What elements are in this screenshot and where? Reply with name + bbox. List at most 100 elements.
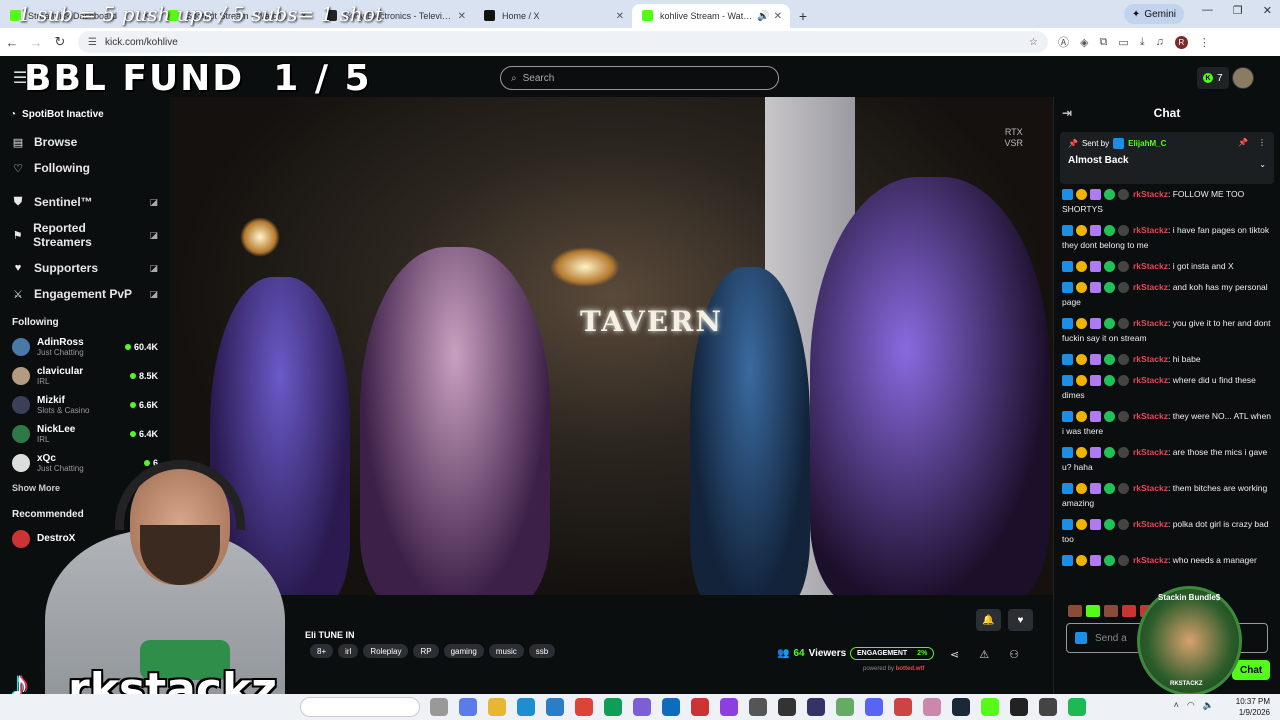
edge-icon[interactable] bbox=[517, 698, 535, 716]
chat-message[interactable]: rkStackz: i got insta and X bbox=[1062, 259, 1272, 274]
minimize-icon[interactable]: — bbox=[1202, 4, 1213, 17]
chat-message[interactable]: rkStackz: are those the mics i gave u? h… bbox=[1062, 445, 1272, 475]
close-window-icon[interactable]: ✕ bbox=[1263, 4, 1272, 17]
unpin-icon[interactable]: 📌 bbox=[1238, 138, 1248, 147]
wifi-icon[interactable]: ◠ bbox=[1187, 700, 1195, 711]
chat-message[interactable]: rkStackz: you give it to her and dont fu… bbox=[1062, 316, 1272, 346]
back-icon[interactable]: ← bbox=[0, 35, 24, 50]
chat-username[interactable]: rkStackz bbox=[1133, 483, 1168, 493]
chat-message[interactable]: rkStackz: polka dot girl is crazy bad to… bbox=[1062, 517, 1272, 547]
sidebar-item-supporters[interactable]: ♥ Supporters ◪ bbox=[0, 255, 170, 281]
tag[interactable]: irl bbox=[338, 644, 359, 658]
app-icon[interactable] bbox=[691, 698, 709, 716]
app-icon[interactable] bbox=[923, 698, 941, 716]
sidebar-item-sentinel[interactable]: ⛊ Sentinel™ ◪ bbox=[0, 189, 170, 215]
app-icon[interactable] bbox=[749, 698, 767, 716]
puzzle-icon[interactable]: ⧉ bbox=[1099, 36, 1107, 49]
followed-channel[interactable]: AdinRoss Just Chatting 60.4K bbox=[0, 332, 170, 361]
taskbar-search[interactable] bbox=[300, 697, 420, 717]
browser-tab[interactable]: Home / X ✕ bbox=[474, 4, 632, 28]
chat-username[interactable]: rkStackz bbox=[1133, 519, 1168, 529]
search-input[interactable]: ⌕ Search bbox=[500, 66, 779, 90]
tag[interactable]: gaming bbox=[443, 644, 484, 658]
notification-bell-button[interactable]: 🔔 bbox=[976, 609, 1001, 631]
maximize-icon[interactable]: ❐ bbox=[1233, 4, 1243, 17]
kick-points-badge[interactable]: K7 bbox=[1197, 67, 1229, 89]
tag[interactable]: music bbox=[488, 644, 524, 658]
sidebar-item-engagement-pvp[interactable]: ⚔ Engagement PvP ◪ bbox=[0, 281, 170, 307]
emote[interactable] bbox=[1086, 605, 1100, 617]
app-icon[interactable] bbox=[720, 698, 738, 716]
sidebar-item-reported-streamers[interactable]: ⚑ Reported Streamers ◪ bbox=[0, 215, 170, 255]
taskview-icon[interactable] bbox=[430, 698, 448, 716]
chevron-down-icon[interactable]: ⌄ bbox=[1259, 160, 1266, 169]
gemini-button[interactable]: ✦ Gemini bbox=[1123, 4, 1184, 24]
report-icon[interactable]: ⚠ bbox=[979, 648, 989, 661]
browser-tab-active[interactable]: kohlive Stream - Watch Live🔊✕ bbox=[632, 4, 790, 28]
tag[interactable]: Roleplay bbox=[363, 644, 409, 658]
close-tab-icon[interactable]: ✕ bbox=[458, 11, 466, 22]
chat-message[interactable]: rkStackz: i have fan pages on tiktok the… bbox=[1062, 223, 1272, 253]
spotibot-status[interactable]: ◔ SpotiBot Inactive bbox=[0, 100, 170, 129]
emote[interactable] bbox=[1104, 605, 1118, 617]
mute-tab-icon[interactable]: 🔊 bbox=[757, 11, 769, 22]
close-tab-icon[interactable]: ✕ bbox=[774, 11, 782, 22]
site-info-icon[interactable]: ☰ bbox=[88, 37, 97, 48]
spotify-icon[interactable] bbox=[1068, 698, 1086, 716]
kick-icon[interactable] bbox=[981, 698, 999, 716]
chat-message[interactable]: rkStackz: who needs a manager bbox=[1062, 553, 1272, 568]
chat-username[interactable]: rkStackz bbox=[1133, 411, 1168, 421]
media-icon[interactable]: ♫ bbox=[1156, 36, 1164, 48]
chat-message[interactable]: rkStackz: them bitches are working amazi… bbox=[1062, 481, 1272, 511]
pinned-message[interactable]: 📌 Sent by ElijahM_C Almost Back 📌 ⋮ ⌄ bbox=[1060, 132, 1274, 184]
tag[interactable]: RP bbox=[413, 644, 439, 658]
chat-message[interactable]: rkStackz: FOLLOW ME TOO SHORTYS bbox=[1062, 187, 1272, 217]
share-icon[interactable]: ⋖ bbox=[950, 648, 959, 661]
chat-message[interactable]: rkStackz: they were NO... ATL when i was… bbox=[1062, 409, 1272, 439]
discord-icon[interactable] bbox=[865, 698, 883, 716]
followed-channel[interactable]: NickLee IRL 6.4K bbox=[0, 419, 170, 448]
reload-icon[interactable]: ↻ bbox=[48, 34, 72, 50]
clock[interactable]: 10:37 PM 1/9/2026 bbox=[1236, 696, 1270, 718]
collapse-chat-icon[interactable]: ⇥ bbox=[1062, 106, 1072, 120]
new-tab-button[interactable]: + bbox=[790, 4, 816, 28]
store-icon[interactable] bbox=[778, 698, 796, 716]
chat-username[interactable]: rkStackz bbox=[1133, 555, 1168, 565]
follow-heart-button[interactable]: ♥ bbox=[1008, 609, 1033, 631]
chevron-up-icon[interactable]: ˄ bbox=[1174, 700, 1179, 711]
close-tab-icon[interactable]: ✕ bbox=[616, 11, 624, 22]
followed-channel[interactable]: clavicular IRL 8.5K bbox=[0, 361, 170, 390]
forward-icon[interactable]: → bbox=[24, 35, 48, 50]
extension-icon[interactable]: ◈ bbox=[1080, 36, 1088, 49]
emote[interactable] bbox=[1068, 605, 1082, 617]
menu-icon[interactable]: ⋮ bbox=[1199, 36, 1210, 49]
chat-username[interactable]: rkStackz bbox=[1133, 225, 1168, 235]
chrome-icon[interactable] bbox=[604, 698, 622, 716]
chat-message[interactable]: rkStackz: where did u find these dimes bbox=[1062, 373, 1272, 403]
bookmark-star-icon[interactable]: ☆ bbox=[1029, 37, 1038, 48]
chat-username[interactable]: rkStackz bbox=[1133, 447, 1168, 457]
sidebar-item-browse[interactable]: ▤ Browse bbox=[0, 129, 170, 155]
chrome-icon[interactable] bbox=[575, 698, 593, 716]
outlook-icon[interactable] bbox=[662, 698, 680, 716]
tag[interactable]: ssb bbox=[528, 644, 556, 658]
chat-username[interactable]: rkStackz bbox=[1133, 375, 1168, 385]
chat-username[interactable]: rkStackz bbox=[1133, 189, 1168, 199]
extension-icon[interactable]: Ⓐ bbox=[1058, 34, 1069, 50]
send-chat-button[interactable]: Chat bbox=[1232, 660, 1271, 680]
chat-username[interactable]: rkStackz bbox=[1133, 318, 1168, 328]
download-icon[interactable]: ⤓ bbox=[1140, 36, 1145, 49]
copilot-icon[interactable] bbox=[459, 698, 477, 716]
app-icon[interactable] bbox=[1039, 698, 1057, 716]
more-icon[interactable]: ⋮ bbox=[1258, 138, 1266, 147]
steam-icon[interactable] bbox=[952, 698, 970, 716]
app-icon[interactable] bbox=[807, 698, 825, 716]
chat-message[interactable]: rkStackz: and koh has my personal page bbox=[1062, 280, 1272, 310]
file-explorer-icon[interactable] bbox=[488, 698, 506, 716]
chat-message[interactable]: rkStackz: hi babe bbox=[1062, 352, 1272, 367]
emote[interactable] bbox=[1122, 605, 1136, 617]
maps-icon[interactable] bbox=[894, 698, 912, 716]
app-icon[interactable] bbox=[836, 698, 854, 716]
user-avatar[interactable] bbox=[1232, 67, 1254, 89]
user-add-icon[interactable]: ⚇ bbox=[1009, 648, 1019, 661]
